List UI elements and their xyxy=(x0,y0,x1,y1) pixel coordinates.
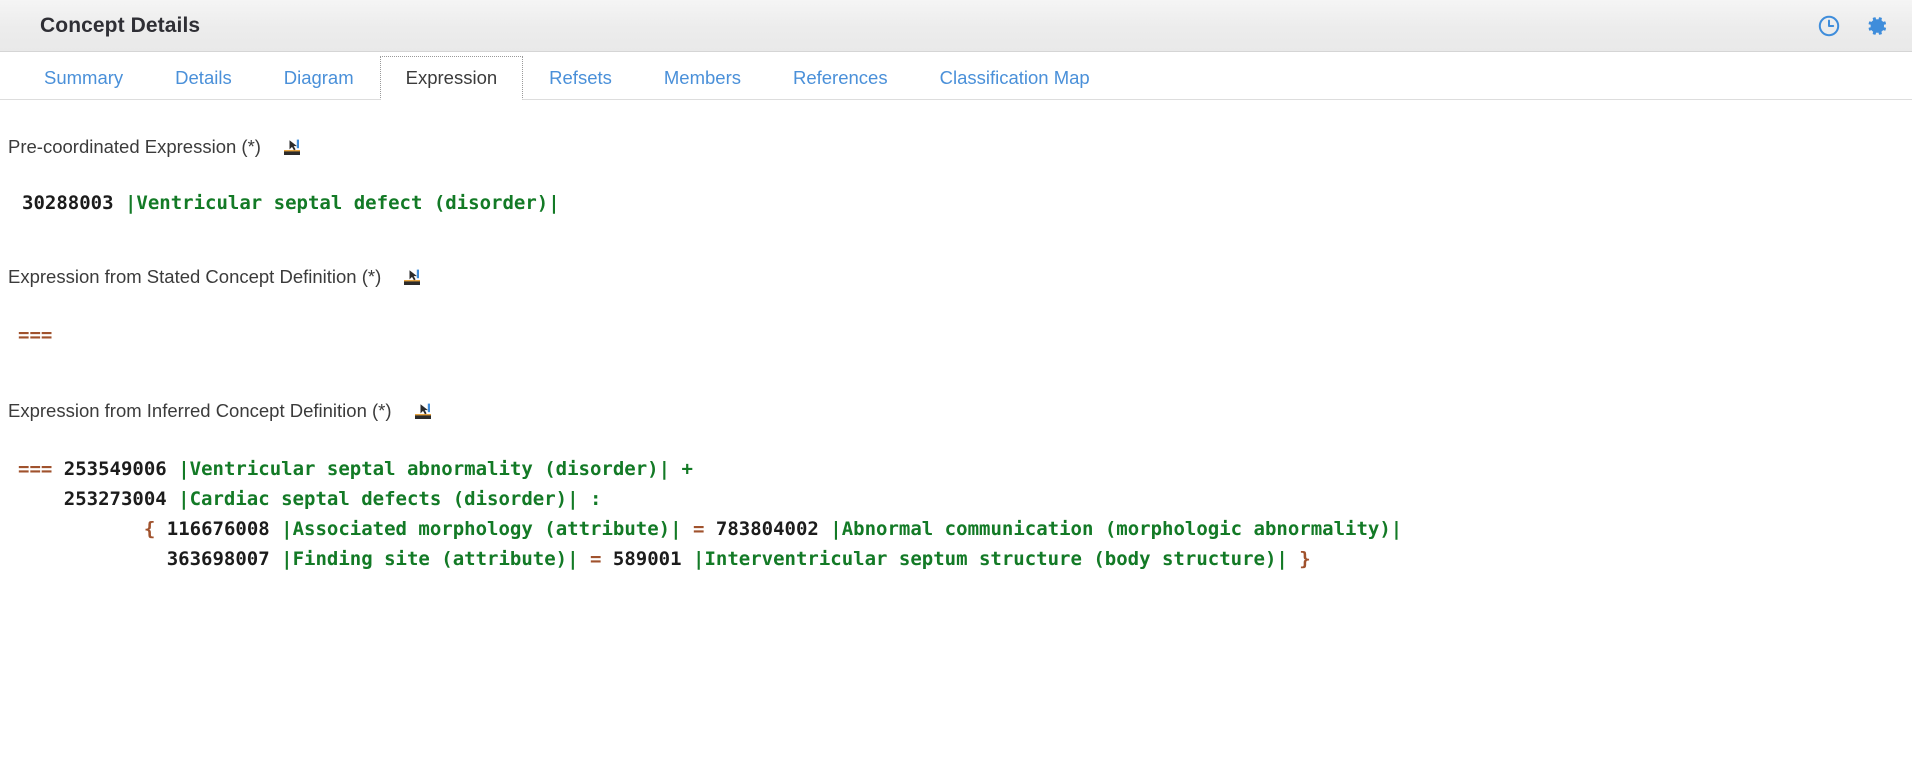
tab-label: References xyxy=(792,67,888,88)
expression-token-term: |Abnormal communication (morphologic abn… xyxy=(830,518,1403,540)
section-stated-concept-definition: Expression from Stated Concept Definitio… xyxy=(4,266,1912,350)
tab-classification-map[interactable]: Classification Map xyxy=(914,56,1116,99)
expression-tab-panel: Pre-coordinated Expression (*) 30288003 … xyxy=(0,136,1912,574)
tab-label: Expression xyxy=(405,67,498,88)
tab-label: Refsets xyxy=(549,67,612,88)
expression-token-id: 783804002 xyxy=(715,518,819,540)
tab-refsets[interactable]: Refsets xyxy=(523,56,638,99)
tab-members[interactable]: Members xyxy=(638,56,767,99)
expression-token-id: 589001 xyxy=(612,548,682,570)
expression-line: 30288003 |Ventricular septal defect (dis… xyxy=(22,188,1912,218)
section-precoordinated-expression: Pre-coordinated Expression (*) 30288003 … xyxy=(4,136,1912,218)
tab-references[interactable]: References xyxy=(767,56,914,99)
title-bar-actions xyxy=(1816,13,1890,39)
expression-token-plain xyxy=(682,548,693,570)
expression-token-op: === xyxy=(18,458,53,480)
expression-token-plain xyxy=(52,458,63,480)
expression-line: === xyxy=(18,320,1912,350)
expression-token-plain xyxy=(155,518,166,540)
expression-token-term: |Interventricular septum structure (body… xyxy=(693,548,1288,570)
expression-token-op: } xyxy=(1299,548,1311,570)
expression-token-id: 253273004 xyxy=(63,488,167,510)
tab-details[interactable]: Details xyxy=(149,56,258,99)
section-title: Pre-coordinated Expression (*) xyxy=(8,136,261,157)
tab-diagram[interactable]: Diagram xyxy=(258,56,380,99)
tab-bar: Summary Details Diagram Expression Refse… xyxy=(0,52,1912,100)
expression-token-plain xyxy=(682,518,693,540)
expression-token-plain xyxy=(167,458,178,480)
expression-line: === 253549006 |Ventricular septal abnorm… xyxy=(18,454,1912,484)
expression-token-plain xyxy=(1288,548,1299,570)
section-header: Expression from Inferred Concept Definit… xyxy=(4,400,1912,422)
expression-token-term: |Finding site (attribute)| xyxy=(281,548,579,570)
tab-label: Diagram xyxy=(283,67,354,88)
window-title-bar: Concept Details xyxy=(0,0,1912,52)
tab-label: Members xyxy=(663,67,741,88)
inferred-expression-text: === 253549006 |Ventricular septal abnorm… xyxy=(4,454,1912,574)
expression-token-plain xyxy=(167,488,178,510)
expression-token-plain xyxy=(670,458,681,480)
expression-token-id: 116676008 xyxy=(166,518,270,540)
expression-token-op: = xyxy=(692,518,705,540)
section-title: Expression from Inferred Concept Definit… xyxy=(8,400,392,421)
section-title: Expression from Stated Concept Definitio… xyxy=(8,266,382,287)
tab-label: Details xyxy=(175,67,232,88)
section-header: Pre-coordinated Expression (*) xyxy=(4,136,1912,158)
tab-label: Summary xyxy=(44,67,124,88)
expression-token-op: { xyxy=(143,518,156,540)
expression-token-plain xyxy=(270,518,281,540)
expression-line: { 116676008 |Associated morphology (attr… xyxy=(18,514,1912,544)
expression-token-plain xyxy=(601,548,612,570)
expression-line: 253273004 |Cardiac septal defects (disor… xyxy=(18,484,1912,514)
expression-token-term: |Ventricular septal abnormality (disorde… xyxy=(178,458,671,480)
history-icon[interactable] xyxy=(1816,13,1842,39)
expression-token-op: === xyxy=(18,324,53,346)
tab-summary[interactable]: Summary xyxy=(18,56,149,99)
expression-token-op: = xyxy=(590,548,602,570)
expression-token-plain xyxy=(270,548,281,570)
expression-token-term: |Cardiac septal defects (disorder)| xyxy=(178,488,579,510)
expression-token-term: |Ventricular septal defect (disorder)| xyxy=(124,192,560,214)
expression-token-plain xyxy=(114,192,125,214)
settings-gear-icon[interactable] xyxy=(1864,13,1890,39)
tab-expression[interactable]: Expression xyxy=(379,56,524,100)
expression-token-id: 30288003 xyxy=(22,192,114,214)
section-inferred-concept-definition: Expression from Inferred Concept Definit… xyxy=(4,400,1912,574)
copy-to-clipboard-icon[interactable] xyxy=(281,136,303,158)
expression-token-plain xyxy=(579,488,590,510)
expression-line: 363698007 |Finding site (attribute)| = 5… xyxy=(18,544,1912,574)
tab-label: Classification Map xyxy=(939,67,1090,88)
expression-token-plain xyxy=(704,518,715,540)
copy-to-clipboard-icon[interactable] xyxy=(401,266,423,288)
expression-token-plus: + xyxy=(681,458,693,480)
page-title: Concept Details xyxy=(40,13,201,37)
stated-expression-text: === xyxy=(4,320,1912,350)
expression-token-plain xyxy=(579,548,590,570)
expression-token-id: 253549006 xyxy=(63,458,167,480)
section-header: Expression from Stated Concept Definitio… xyxy=(4,266,1912,288)
expression-token-colon: : xyxy=(590,488,602,510)
copy-to-clipboard-icon[interactable] xyxy=(412,400,434,422)
expression-token-id: 363698007 xyxy=(166,548,270,570)
precoordinated-expression-text: 30288003 |Ventricular septal defect (dis… xyxy=(4,188,1912,218)
expression-token-plain xyxy=(819,518,830,540)
expression-token-term: |Associated morphology (attribute)| xyxy=(281,518,682,540)
